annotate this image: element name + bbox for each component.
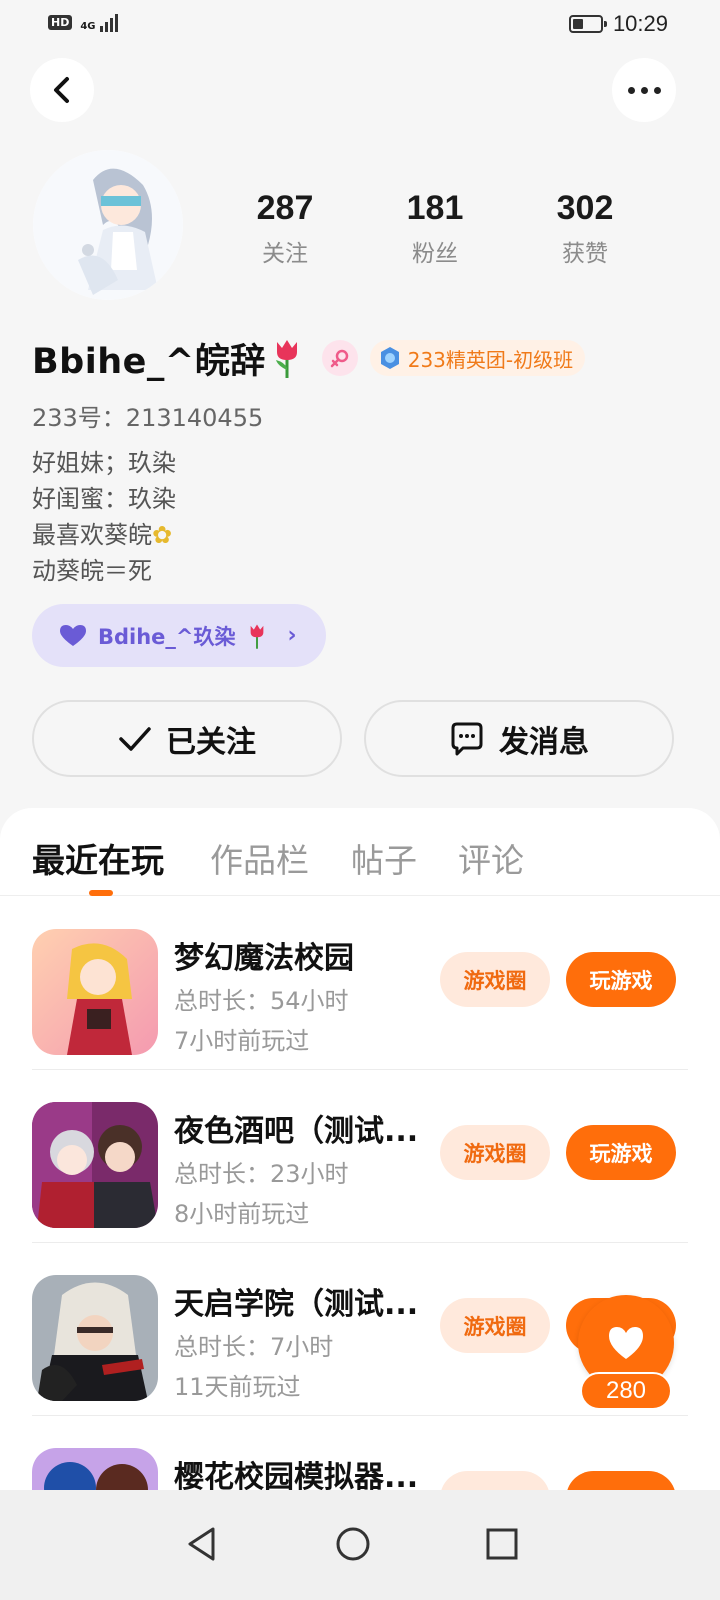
system-nav-bar	[0, 1490, 720, 1600]
bio-line: 动葵皖＝死	[32, 557, 152, 585]
game-duration: 总时长：7小时	[174, 1333, 334, 1361]
stat-value: 287	[256, 189, 314, 227]
network-type: 4G	[80, 21, 96, 32]
game-icon[interactable]	[32, 1275, 158, 1401]
game-title: 天启学院（测试...	[174, 1287, 419, 1322]
game-icon[interactable]	[32, 929, 158, 1055]
username: Bbihe_^皖辞	[32, 341, 266, 382]
play-game-button[interactable]: 玩游戏	[566, 1125, 676, 1180]
like-count: 280	[580, 1372, 672, 1410]
chevron-right-icon: ›	[287, 623, 297, 648]
cell-signal-icon: 4G	[80, 12, 118, 32]
stat-followers[interactable]: 181 粉丝	[360, 186, 510, 268]
more-dots-icon	[627, 86, 661, 94]
system-back-button[interactable]	[170, 1512, 234, 1576]
tab-recently-played[interactable]: 最近在玩	[32, 834, 164, 882]
square-recents-icon	[486, 1528, 518, 1560]
battery-icon	[568, 15, 607, 33]
game-circle-button[interactable]: 游戏圈	[440, 1298, 550, 1353]
circle-home-icon	[336, 1527, 370, 1561]
stat-label: 关注	[262, 241, 308, 267]
tab-works[interactable]: 作品栏	[210, 834, 309, 882]
game-last-played: 8小时前玩过	[174, 1200, 310, 1228]
check-icon	[119, 726, 151, 751]
triangle-back-icon	[188, 1527, 215, 1561]
game-circle-button[interactable]: 游戏圈	[440, 952, 550, 1007]
bio-line: 好闺蜜：玖染	[32, 485, 176, 513]
game-title: 梦幻魔法校园	[174, 941, 354, 976]
avatar-illustration	[33, 150, 183, 300]
message-button[interactable]: 发消息	[364, 700, 674, 777]
relation-chip-label: Bdihe_^玖染	[98, 624, 236, 649]
purple-heart-icon	[60, 624, 86, 646]
back-arrow-icon	[54, 77, 69, 103]
stat-following[interactable]: 287 关注	[210, 186, 360, 268]
status-bar: HD 4G 10:29	[0, 0, 720, 50]
game-icon[interactable]	[32, 1102, 158, 1228]
bio-line: 好姐妹；玖染	[32, 449, 176, 477]
game-last-played: 11天前玩过	[174, 1373, 301, 1401]
game-circle-button[interactable]: 游戏圈	[440, 1125, 550, 1180]
flower-bouquet-icon: ✿	[152, 521, 173, 549]
tab-comments[interactable]: 评论	[458, 834, 524, 882]
game-title: 夜色酒吧（测试...	[174, 1114, 419, 1149]
message-button-label: 发消息	[499, 724, 589, 760]
clock: 10:29	[612, 11, 668, 36]
game-duration: 总时长：23小时	[174, 1160, 349, 1188]
hd-icon: HD	[48, 14, 73, 30]
system-home-button[interactable]	[321, 1512, 385, 1576]
system-recents-button[interactable]	[470, 1512, 534, 1576]
following-button-label: 已关注	[166, 724, 256, 760]
game-last-played: 7小时前玩过	[174, 1027, 310, 1055]
back-button[interactable]	[30, 58, 94, 122]
more-button[interactable]	[612, 58, 676, 122]
female-icon	[321, 340, 358, 376]
play-game-button[interactable]: 玩游戏	[566, 952, 676, 1007]
tulip-icon	[250, 624, 263, 649]
game-row[interactable]: 梦幻魔法校园 总时长：54小时 7小时前玩过 游戏圈 玩游戏	[32, 897, 688, 1070]
rank-badge[interactable]: 233精英团-初级班	[369, 340, 586, 376]
status-right: 10:29	[568, 11, 668, 37]
stat-label: 获赞	[562, 241, 608, 267]
bio-line: 最喜欢葵皖✿	[32, 521, 173, 549]
avatar[interactable]	[33, 150, 183, 300]
user-id: 233号：213140455	[32, 404, 264, 432]
relation-chip[interactable]: Bdihe_^玖染 ›	[32, 604, 326, 667]
name-row: Bbihe_^皖辞 233精英团-初级班	[32, 335, 586, 382]
game-row[interactable]: 夜色酒吧（测试... 总时长：23小时 8小时前玩过 游戏圈 玩游戏	[32, 1070, 688, 1243]
tulip-icon	[275, 340, 297, 378]
stat-value: 302	[556, 189, 614, 227]
rank-badge-label: 233精英团-初级班	[407, 347, 574, 372]
stat-label: 粉丝	[412, 241, 458, 267]
chat-bubble-icon	[451, 722, 483, 755]
bio: 好姐妹；玖染 好闺蜜：玖染 最喜欢葵皖✿ 动葵皖＝死	[32, 445, 176, 589]
tab-bar: 最近在玩 作品栏 帖子 评论	[0, 808, 720, 896]
profile-stats: 287 关注 181 粉丝 302 获赞	[210, 186, 660, 268]
status-left: HD 4G	[48, 12, 118, 32]
game-duration: 总时长：54小时	[174, 987, 349, 1015]
rank-medal-icon	[380, 347, 399, 369]
stat-likes[interactable]: 302 获赞	[510, 186, 660, 268]
following-button[interactable]: 已关注	[32, 700, 342, 777]
tab-posts[interactable]: 帖子	[351, 834, 417, 882]
stat-value: 181	[406, 189, 464, 227]
heart-icon	[609, 1327, 643, 1359]
tab-underline	[89, 890, 113, 896]
